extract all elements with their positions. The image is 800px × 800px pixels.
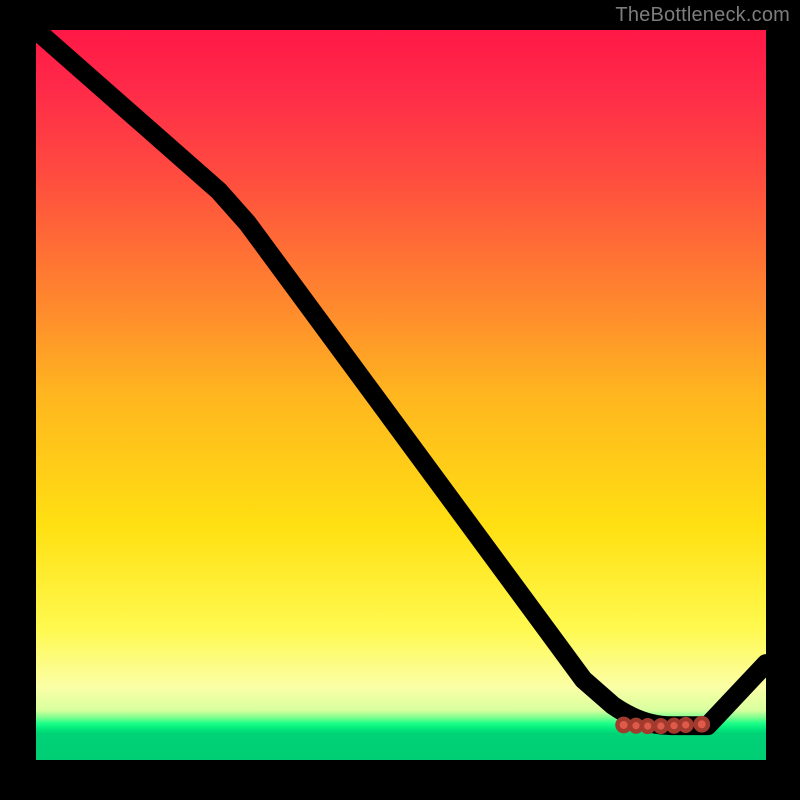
bottleneck-curve <box>36 30 766 760</box>
data-marker <box>655 720 667 732</box>
plot-area <box>36 30 766 760</box>
data-marker <box>680 719 692 731</box>
data-marker <box>642 720 654 732</box>
watermark-text: TheBottleneck.com <box>615 4 790 27</box>
chart-card: TheBottleneck.com <box>0 0 800 800</box>
data-marker <box>617 719 629 731</box>
data-marker <box>696 718 708 730</box>
curve-path <box>36 30 766 726</box>
